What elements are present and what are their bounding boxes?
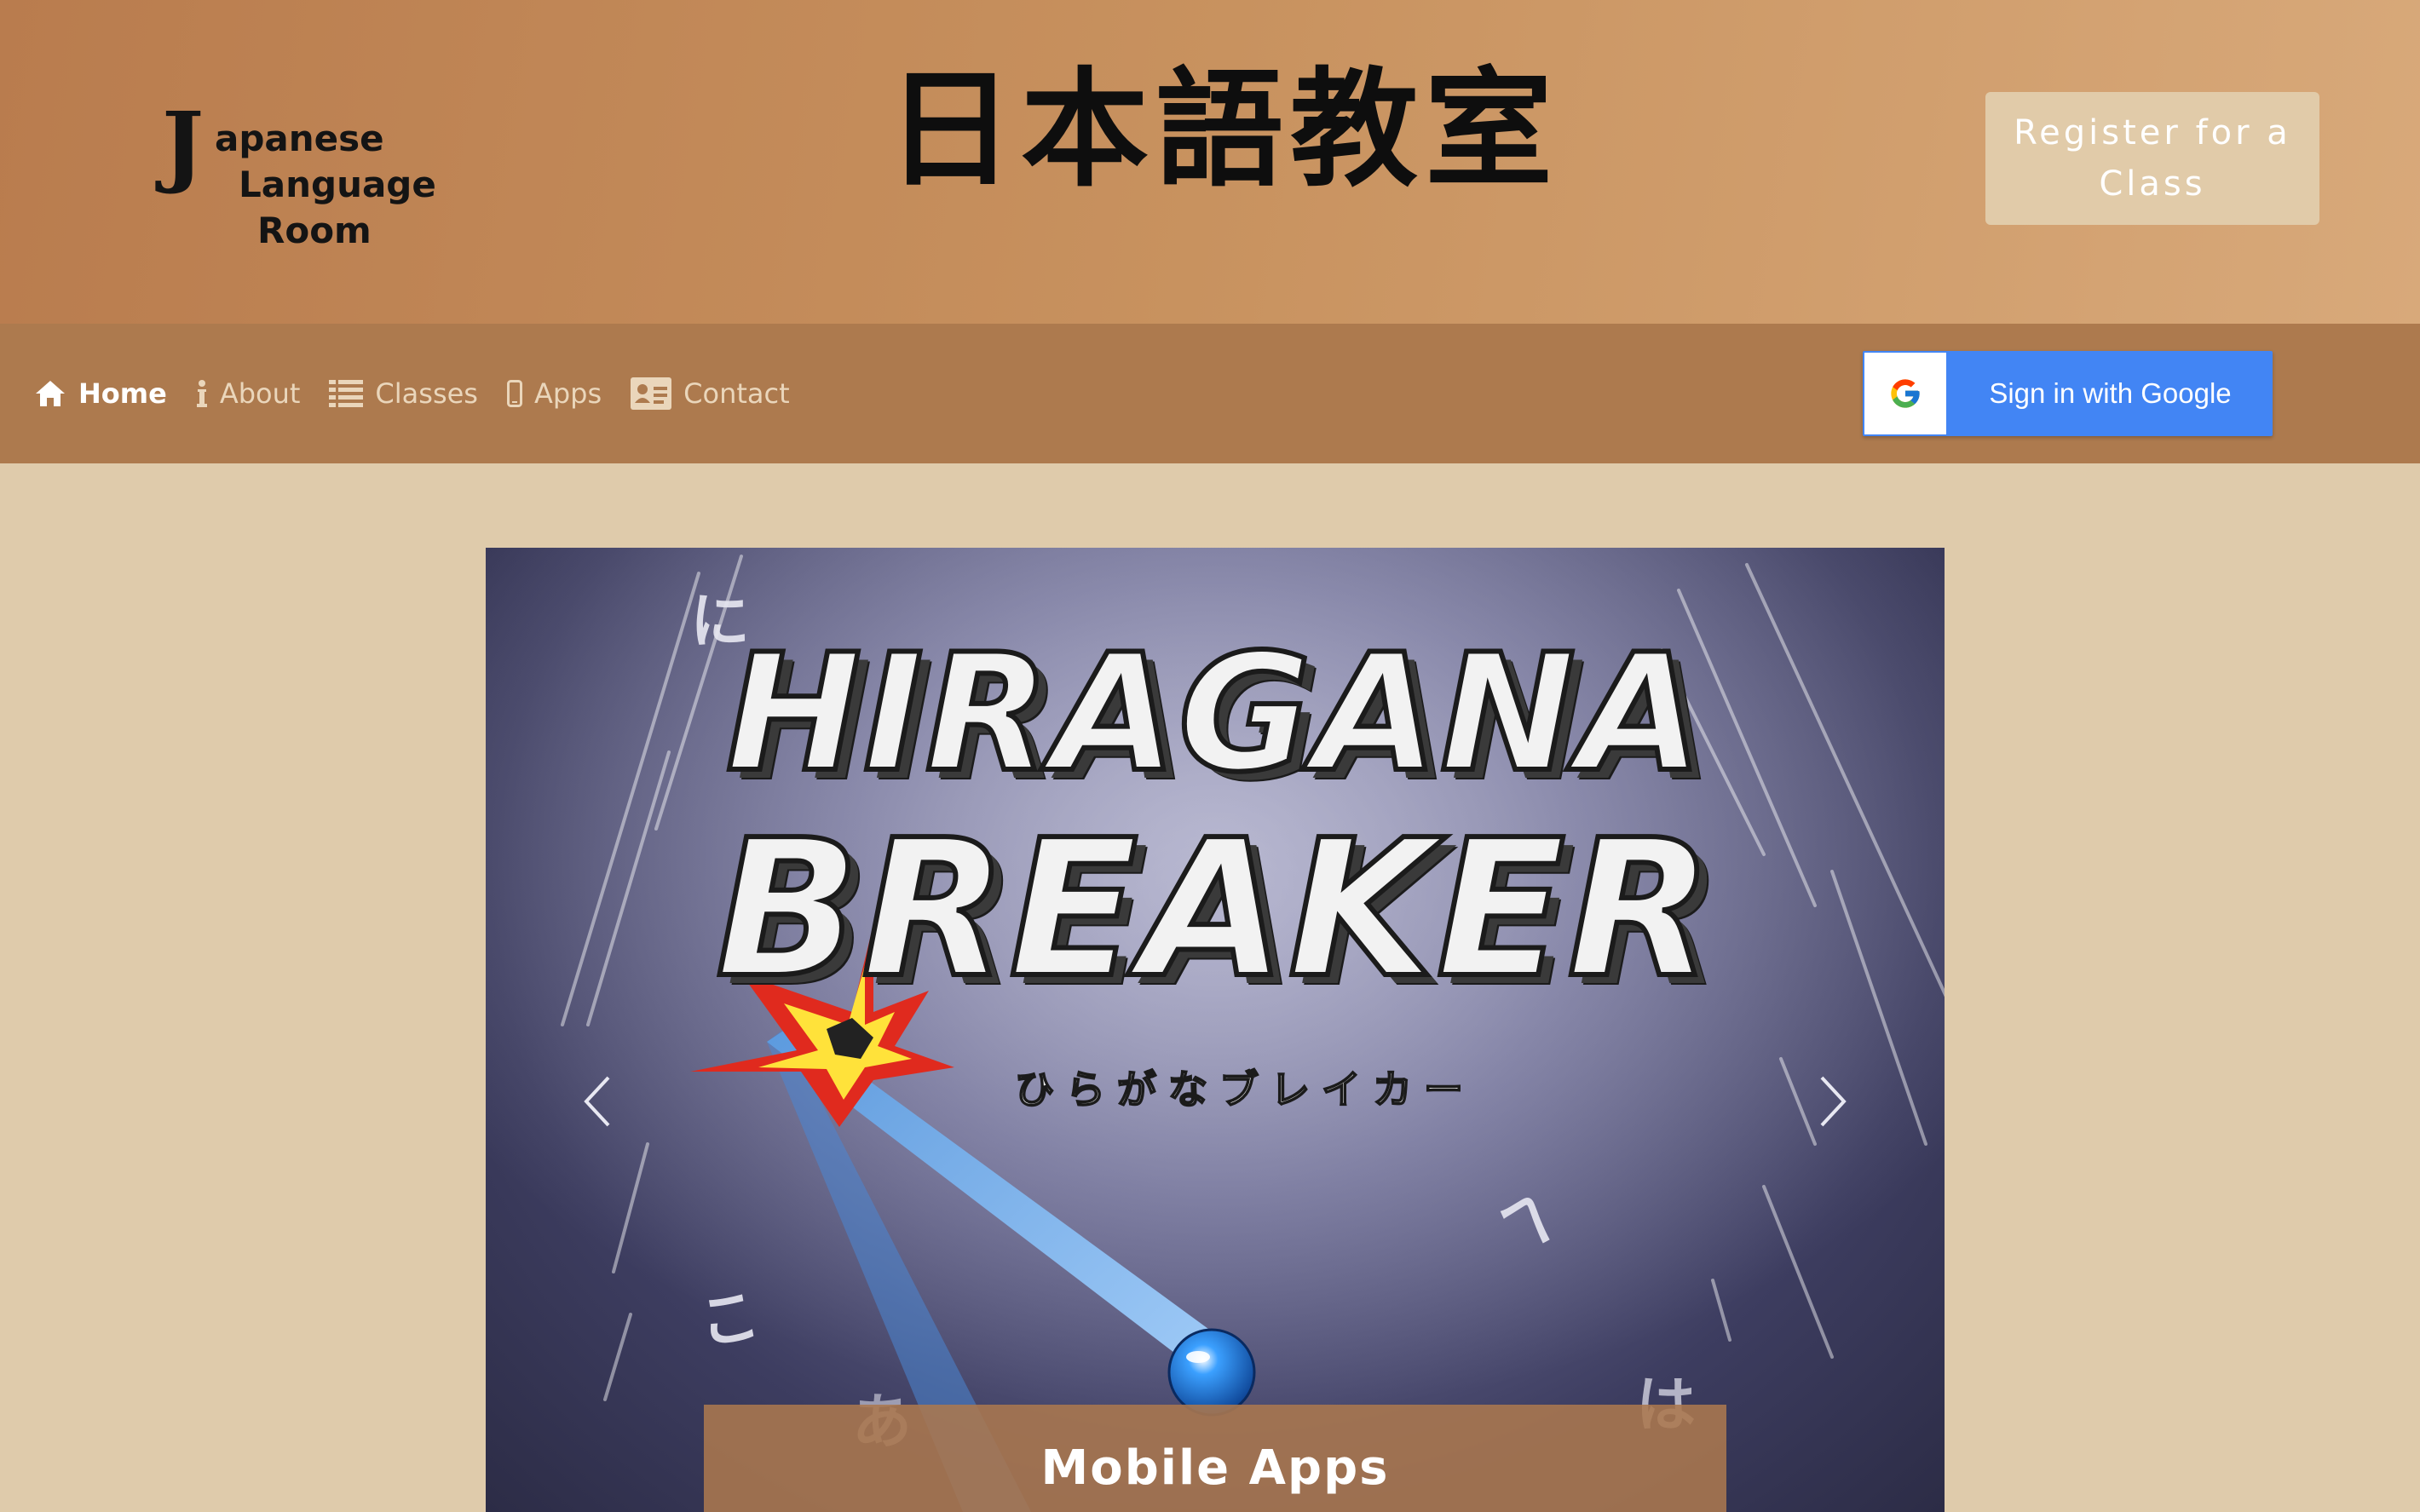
game-title-line-2: BREAKER — [713, 800, 1715, 1020]
app-carousel: に へ こ あ は HIRAGANA BREAKER ひらがなブレイカー Mob… — [486, 548, 1945, 1512]
nav-item-about[interactable]: About — [196, 377, 301, 410]
nav-item-home[interactable]: Home — [34, 377, 167, 410]
nav-menu: Home About Classes Apps Contact — [34, 368, 819, 419]
nav-item-label: Home — [78, 377, 167, 410]
game-title-line-1: HIRAGANA — [723, 619, 1705, 808]
carousel-caption: Mobile Apps — [704, 1405, 1726, 1512]
mobile-icon — [506, 380, 522, 407]
google-signin-label: Sign in with Google — [1989, 377, 2232, 409]
contact-card-icon — [631, 377, 672, 410]
site-header: J apanese Language Room 日本語教室 Register f… — [0, 0, 2420, 324]
list-icon — [329, 380, 364, 407]
google-icon — [1864, 353, 1946, 434]
nav-item-label: Classes — [375, 377, 478, 410]
nav-item-contact[interactable]: Contact — [631, 377, 790, 410]
carousel-next-button[interactable] — [1808, 1069, 1859, 1137]
game-subtitle: ひらがなブレイカー — [1014, 1066, 1475, 1113]
logo-initial: J — [162, 92, 205, 197]
nav-item-label: Apps — [533, 377, 602, 410]
google-signin-button[interactable]: Sign in with Google — [1863, 351, 2273, 436]
chevron-right-icon — [1818, 1074, 1849, 1132]
site-title: 日本語教室 — [886, 56, 1560, 204]
register-class-button[interactable]: Register for a Class — [1985, 92, 2319, 225]
nav-item-label: Contact — [683, 377, 790, 410]
home-icon — [34, 379, 66, 408]
logo-line-1: apanese — [215, 118, 384, 159]
nav-item-label: About — [219, 377, 301, 410]
nav-item-classes[interactable]: Classes — [329, 377, 478, 410]
logo-line-3: Room — [257, 210, 372, 251]
site-logo[interactable]: J apanese Language Room — [162, 92, 436, 262]
info-icon — [196, 379, 208, 408]
logo-line-2: Language — [239, 164, 436, 205]
chevron-left-icon — [581, 1074, 612, 1132]
nav-item-apps[interactable]: Apps — [506, 377, 602, 410]
carousel-prev-button[interactable] — [571, 1069, 622, 1137]
carousel-caption-text: Mobile Apps — [1040, 1440, 1390, 1496]
